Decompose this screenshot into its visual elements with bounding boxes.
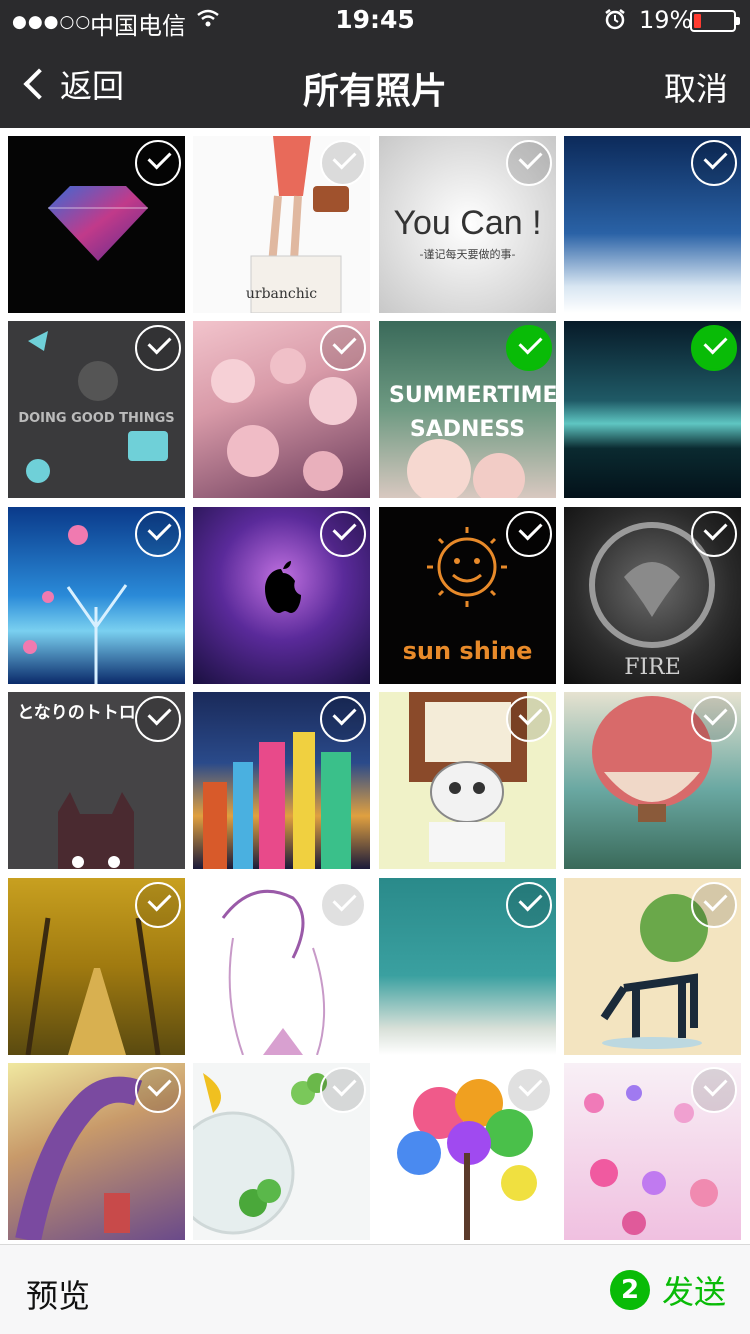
select-checkbox[interactable]	[135, 882, 181, 928]
clock-time: 19:45	[335, 5, 415, 34]
photo-thumbnail-apple-galaxy[interactable]	[193, 507, 370, 684]
select-checkbox[interactable]	[320, 882, 366, 928]
select-checkbox[interactable]	[320, 325, 366, 371]
select-checkbox[interactable]	[135, 696, 181, 742]
photo-thumbnail-totoro[interactable]: となりのトトロ	[8, 692, 185, 869]
photo-thumbnail-youcan[interactable]: You Can ! -谨记每天要做的事-	[379, 136, 556, 313]
photo-thumbnail-butterflies[interactable]	[564, 1063, 741, 1240]
bottom-toolbar: 预览 2 发送	[0, 1244, 750, 1334]
photo-thumbnail-colorful-tree[interactable]	[379, 1063, 556, 1240]
photo-thumbnail-fire-dragon[interactable]: FIRE	[564, 507, 741, 684]
select-checkbox[interactable]	[506, 511, 552, 557]
photo-subcaption: -谨记每天要做的事-	[419, 248, 516, 261]
select-checkbox[interactable]	[320, 511, 366, 557]
photo-caption: DOING GOOD THINGS	[18, 411, 175, 426]
photo-thumbnail-autumn-road[interactable]	[8, 878, 185, 1055]
select-checkbox[interactable]	[506, 882, 552, 928]
battery-fill	[694, 14, 701, 28]
navigation-bar: 返回 所有照片 取消	[0, 40, 750, 128]
photo-thumbnail-deer[interactable]	[564, 878, 741, 1055]
photo-caption: SUMMERTIME SADNESS	[389, 383, 556, 442]
selected-count-badge: 2	[609, 1270, 650, 1310]
photo-caption: FIRE	[624, 655, 681, 680]
select-checkbox[interactable]	[320, 696, 366, 742]
photo-thumbnail-clouds[interactable]	[564, 136, 741, 313]
photo-caption: urbanchic	[245, 286, 318, 302]
select-checkbox-checked[interactable]	[506, 325, 552, 371]
select-checkbox[interactable]	[691, 1067, 737, 1113]
select-checkbox[interactable]	[691, 882, 737, 928]
send-label: 发送	[661, 1273, 726, 1311]
battery-tip	[736, 17, 740, 25]
cancel-button[interactable]: 取消	[664, 64, 728, 110]
photo-grid: urbanchic You Can ! -谨记每天要做的事- DOING GOO…	[0, 128, 750, 1244]
select-checkbox[interactable]	[320, 1067, 366, 1113]
photo-thumbnail-tree-house[interactable]	[8, 1063, 185, 1240]
photo-thumbnail-flowers[interactable]	[193, 321, 370, 498]
select-checkbox[interactable]	[691, 511, 737, 557]
photo-thumbnail-sunshine[interactable]: sun shine	[379, 507, 556, 684]
photo-thumbnail-blue-tree[interactable]	[8, 507, 185, 684]
photo-caption: sun shine	[402, 637, 533, 665]
photo-thumbnail-planet-horizon[interactable]	[564, 321, 741, 498]
alarm-icon	[604, 8, 626, 36]
photo-thumbnail-cat-chair[interactable]	[379, 692, 556, 869]
select-checkbox[interactable]	[691, 140, 737, 186]
battery-icon	[690, 10, 740, 32]
photo-thumbnail-mint-drink[interactable]	[193, 1063, 370, 1240]
select-checkbox-checked[interactable]	[691, 325, 737, 371]
select-checkbox[interactable]	[506, 140, 552, 186]
photo-thumbnail-diamond[interactable]	[8, 136, 185, 313]
photo-caption: You Can !	[393, 204, 542, 242]
battery-percentage: 19%	[639, 6, 693, 34]
photo-thumbnail-city-night[interactable]	[193, 692, 370, 869]
select-checkbox[interactable]	[691, 696, 737, 742]
select-checkbox[interactable]	[506, 1067, 552, 1113]
photo-thumbnail-hot-air-balloon[interactable]	[564, 692, 741, 869]
page-title: 所有照片	[302, 71, 447, 112]
photo-thumbnail-sketch-girl[interactable]	[193, 878, 370, 1055]
photo-thumbnail-urbanchic[interactable]: urbanchic	[193, 136, 370, 313]
send-button[interactable]: 2 发送	[609, 1269, 726, 1311]
photo-thumbnail-summertime[interactable]: SUMMERTIME SADNESS	[379, 321, 556, 498]
status-bar: ●●●○○ 中国电信 19:45 19%	[0, 0, 750, 40]
select-checkbox[interactable]	[135, 325, 181, 371]
photo-thumbnail-doodle[interactable]: DOING GOOD THINGS	[8, 321, 185, 498]
preview-button[interactable]: 预览	[26, 1271, 90, 1317]
select-checkbox[interactable]	[135, 1067, 181, 1113]
select-checkbox[interactable]	[135, 511, 181, 557]
select-checkbox[interactable]	[135, 140, 181, 186]
photo-thumbnail-underwater[interactable]	[379, 878, 556, 1055]
select-checkbox[interactable]	[320, 140, 366, 186]
select-checkbox[interactable]	[506, 696, 552, 742]
